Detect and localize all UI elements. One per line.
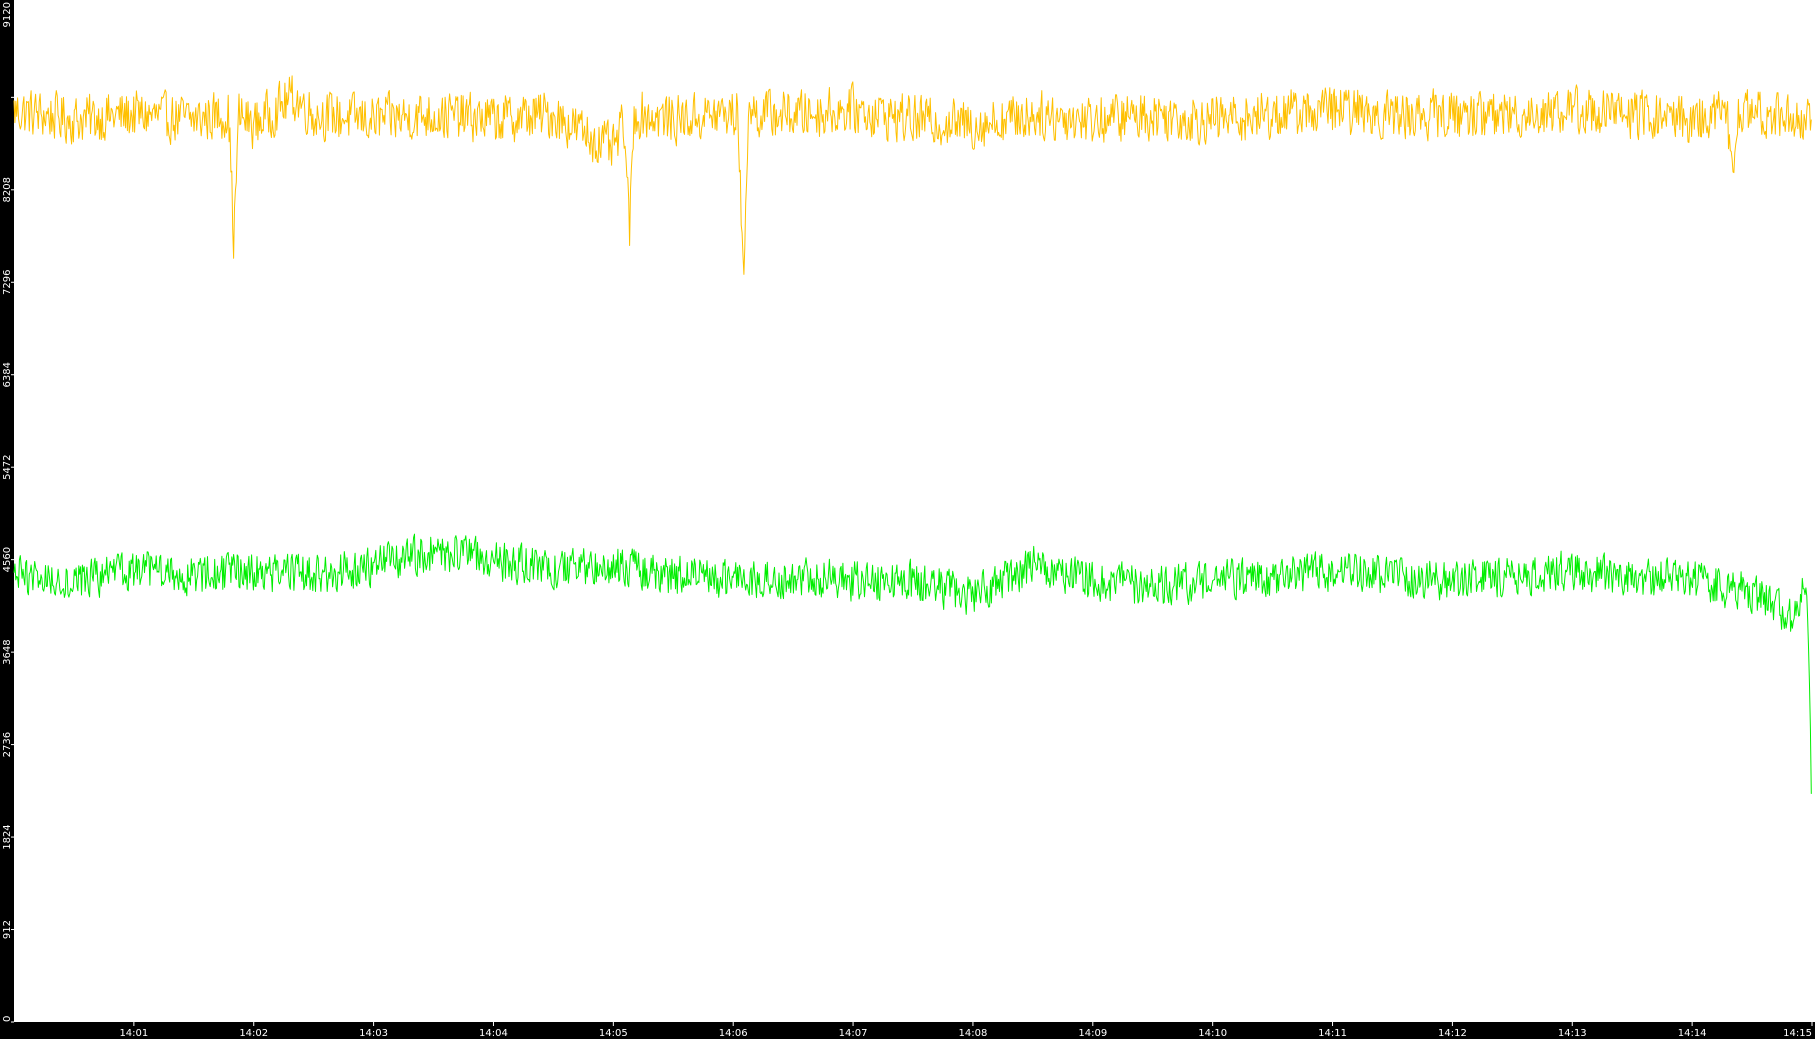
x-tick-label-7: 14:08 bbox=[959, 1028, 988, 1039]
x-tick-label-11: 14:12 bbox=[1438, 1028, 1467, 1039]
plot-background bbox=[14, 0, 1815, 1022]
x-tick-label-0: 14:01 bbox=[119, 1028, 148, 1039]
y-tick-label-0: 0 bbox=[2, 1016, 13, 1022]
x-tick-label-14: 14:15 bbox=[1783, 1028, 1812, 1039]
x-axis-strip bbox=[0, 1022, 1815, 1039]
x-tick-label-6: 14:07 bbox=[839, 1028, 868, 1039]
y-tick-label-4: 3648 bbox=[2, 639, 13, 664]
y-tick-label-6: 5472 bbox=[2, 454, 13, 479]
x-tick-label-8: 14:09 bbox=[1078, 1028, 1107, 1039]
y-tick-label-3: 2736 bbox=[2, 732, 13, 757]
chart-canvas: 0 912 1824 2736 3648 4560 5472 6384 7296 8208 9120… bbox=[0, 0, 1815, 1039]
x-tick-label-2: 14:03 bbox=[359, 1028, 388, 1039]
y-tick-label-9: 8208 bbox=[2, 177, 13, 202]
y-tick-label-5: 4560 bbox=[2, 547, 13, 572]
x-tick-label-13: 14:14 bbox=[1678, 1028, 1707, 1039]
x-tick-label-5: 14:06 bbox=[719, 1028, 748, 1039]
x-tick-label-10: 14:11 bbox=[1318, 1028, 1347, 1039]
y-tick-label-1: 912 bbox=[2, 920, 13, 939]
y-tick-label-2: 1824 bbox=[2, 824, 13, 849]
y-tick-label-8: 7296 bbox=[2, 270, 13, 295]
x-tick-label-9: 14:10 bbox=[1198, 1028, 1227, 1039]
x-tick-label-12: 14:13 bbox=[1558, 1028, 1587, 1039]
y-tick-label-7: 6384 bbox=[2, 362, 13, 387]
y-tick-label-10: 9120 bbox=[2, 2, 13, 27]
y-axis-strip bbox=[0, 0, 14, 1039]
x-tick-label-3: 14:04 bbox=[479, 1028, 508, 1039]
line-chart: 0 912 1824 2736 3648 4560 5472 6384 7296 8208 9120… bbox=[0, 0, 1815, 1039]
x-tick-label-4: 14:05 bbox=[599, 1028, 628, 1039]
x-tick-label-1: 14:02 bbox=[239, 1028, 268, 1039]
